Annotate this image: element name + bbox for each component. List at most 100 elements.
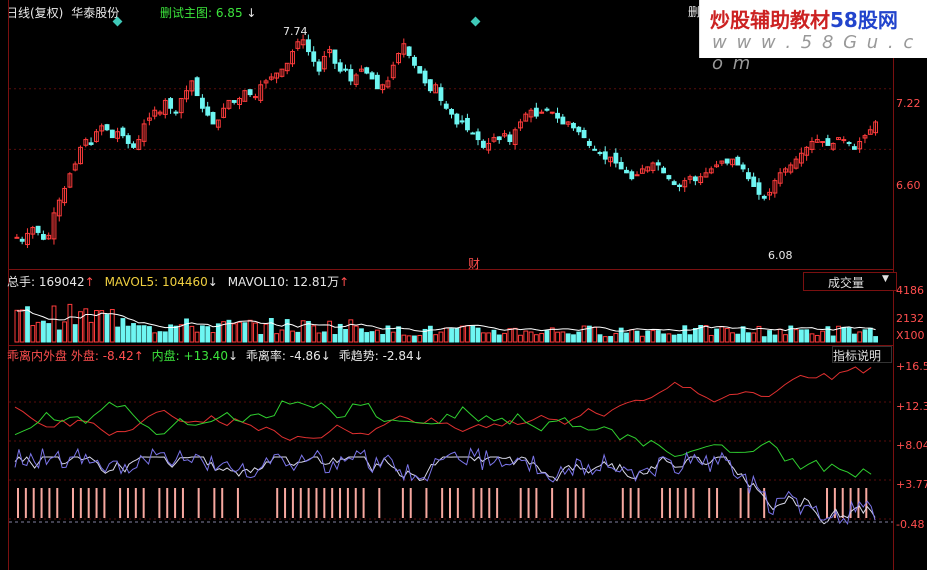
- candle-body: [555, 112, 560, 119]
- volume-bar: [480, 332, 486, 343]
- volume-bar: [454, 327, 460, 343]
- volume-bar: [115, 326, 121, 343]
- candle-body: [677, 184, 682, 187]
- volume-bar: [88, 321, 94, 343]
- bias-bar: [551, 488, 554, 518]
- volume-bar: [862, 329, 868, 343]
- candle-body: [480, 140, 486, 148]
- candle-body: [125, 135, 131, 144]
- volume-bar: [433, 334, 439, 343]
- candle-body: [19, 238, 25, 242]
- bias-bar: [48, 488, 51, 518]
- candle-body: [629, 171, 635, 180]
- volume-bar: [72, 324, 78, 343]
- volume-bar: [417, 334, 423, 343]
- mavol5: MAVOL5: 104460: [104, 275, 208, 289]
- candle-body: [210, 112, 216, 125]
- candle-body: [231, 100, 237, 103]
- volume-bar: [284, 319, 290, 343]
- candle-body: [571, 122, 576, 129]
- bias-bar: [40, 488, 43, 518]
- candle-body: [581, 129, 587, 139]
- bias-bar: [449, 488, 451, 518]
- candle-body: [740, 164, 746, 170]
- volume-bar: [560, 331, 566, 343]
- volume-bar: [321, 331, 327, 343]
- price-tick-low: 6.60: [896, 179, 921, 192]
- candle-body: [406, 46, 412, 56]
- formula-value: 删试主图: 6.85: [160, 6, 243, 20]
- candle-body: [592, 148, 598, 151]
- volume-bar: [173, 325, 179, 343]
- volume-bar: [465, 325, 470, 343]
- candle-body: [825, 138, 831, 146]
- indicator-line-chart[interactable]: [9, 362, 893, 570]
- candle-body: [475, 131, 481, 141]
- volume-bar: [629, 329, 635, 343]
- price-candlestick-chart[interactable]: [9, 20, 893, 270]
- candle-body: [194, 77, 200, 97]
- inner-line: [14, 400, 872, 478]
- volume-bar: [724, 328, 730, 343]
- volume-bar: [740, 326, 746, 343]
- volume-total-arrow: ↑: [84, 275, 95, 289]
- bias-bar: [119, 488, 122, 518]
- volume-bar: [491, 329, 497, 343]
- candle-body: [465, 117, 470, 131]
- bias-bar: [87, 488, 90, 518]
- finance-marker[interactable]: 财: [468, 255, 480, 272]
- bias-bar: [378, 488, 381, 518]
- bias-bar: [236, 488, 239, 518]
- candle-body: [332, 49, 338, 64]
- volume-bar: [316, 332, 322, 343]
- candle-body: [470, 132, 476, 135]
- volume-bar: [147, 326, 152, 343]
- volume-bar: [793, 329, 799, 343]
- volume-bar: [449, 328, 454, 343]
- candle-body: [602, 151, 608, 160]
- volume-bar: [348, 319, 354, 343]
- volume-bar: [237, 321, 242, 343]
- bias-bar: [582, 488, 585, 518]
- volume-bar: [602, 336, 608, 343]
- candle-body: [661, 167, 666, 174]
- volume-bar: [104, 314, 110, 343]
- volume-bar: [35, 321, 41, 343]
- candle-body: [422, 70, 428, 84]
- candle-body: [369, 72, 375, 80]
- bias-bar: [739, 488, 742, 518]
- volume-bar: [359, 328, 364, 343]
- volume-bar: [131, 323, 136, 343]
- volume-bar: [205, 326, 211, 343]
- bias-bar: [323, 488, 326, 518]
- volume-bar: [401, 334, 407, 343]
- bias-bar: [56, 488, 59, 518]
- volume-bar: [645, 330, 651, 343]
- candle-body: [671, 181, 677, 186]
- volume-bar: [751, 332, 757, 343]
- bias-bar: [488, 488, 491, 518]
- volume-bar-chart[interactable]: [9, 288, 893, 344]
- volume-bar: [290, 330, 295, 343]
- volume-bar: [157, 331, 163, 343]
- indicator-help-button[interactable]: 指标说明: [832, 346, 892, 363]
- candle-body: [496, 136, 502, 141]
- bias-bar: [276, 488, 279, 518]
- volume-bar: [624, 332, 629, 343]
- bias-bar: [441, 488, 444, 518]
- candle-body: [168, 98, 174, 109]
- bias-bar: [668, 488, 671, 518]
- price-tick-high: 7.22: [896, 97, 921, 110]
- volume-bar: [369, 331, 375, 343]
- volume-bar: [162, 331, 168, 343]
- volume-bar: [300, 320, 306, 343]
- candle-body: [337, 62, 343, 72]
- indicator-tick-3: +8.04: [896, 439, 927, 452]
- period-label[interactable]: 日线(复权): [6, 6, 63, 20]
- trend-arrow: ↓: [413, 349, 424, 363]
- volume-panel-divider: [8, 345, 894, 346]
- volume-bar: [343, 329, 348, 343]
- right-axis-border: [893, 58, 894, 570]
- volume-bar: [502, 332, 507, 343]
- volume-bar: [518, 334, 523, 343]
